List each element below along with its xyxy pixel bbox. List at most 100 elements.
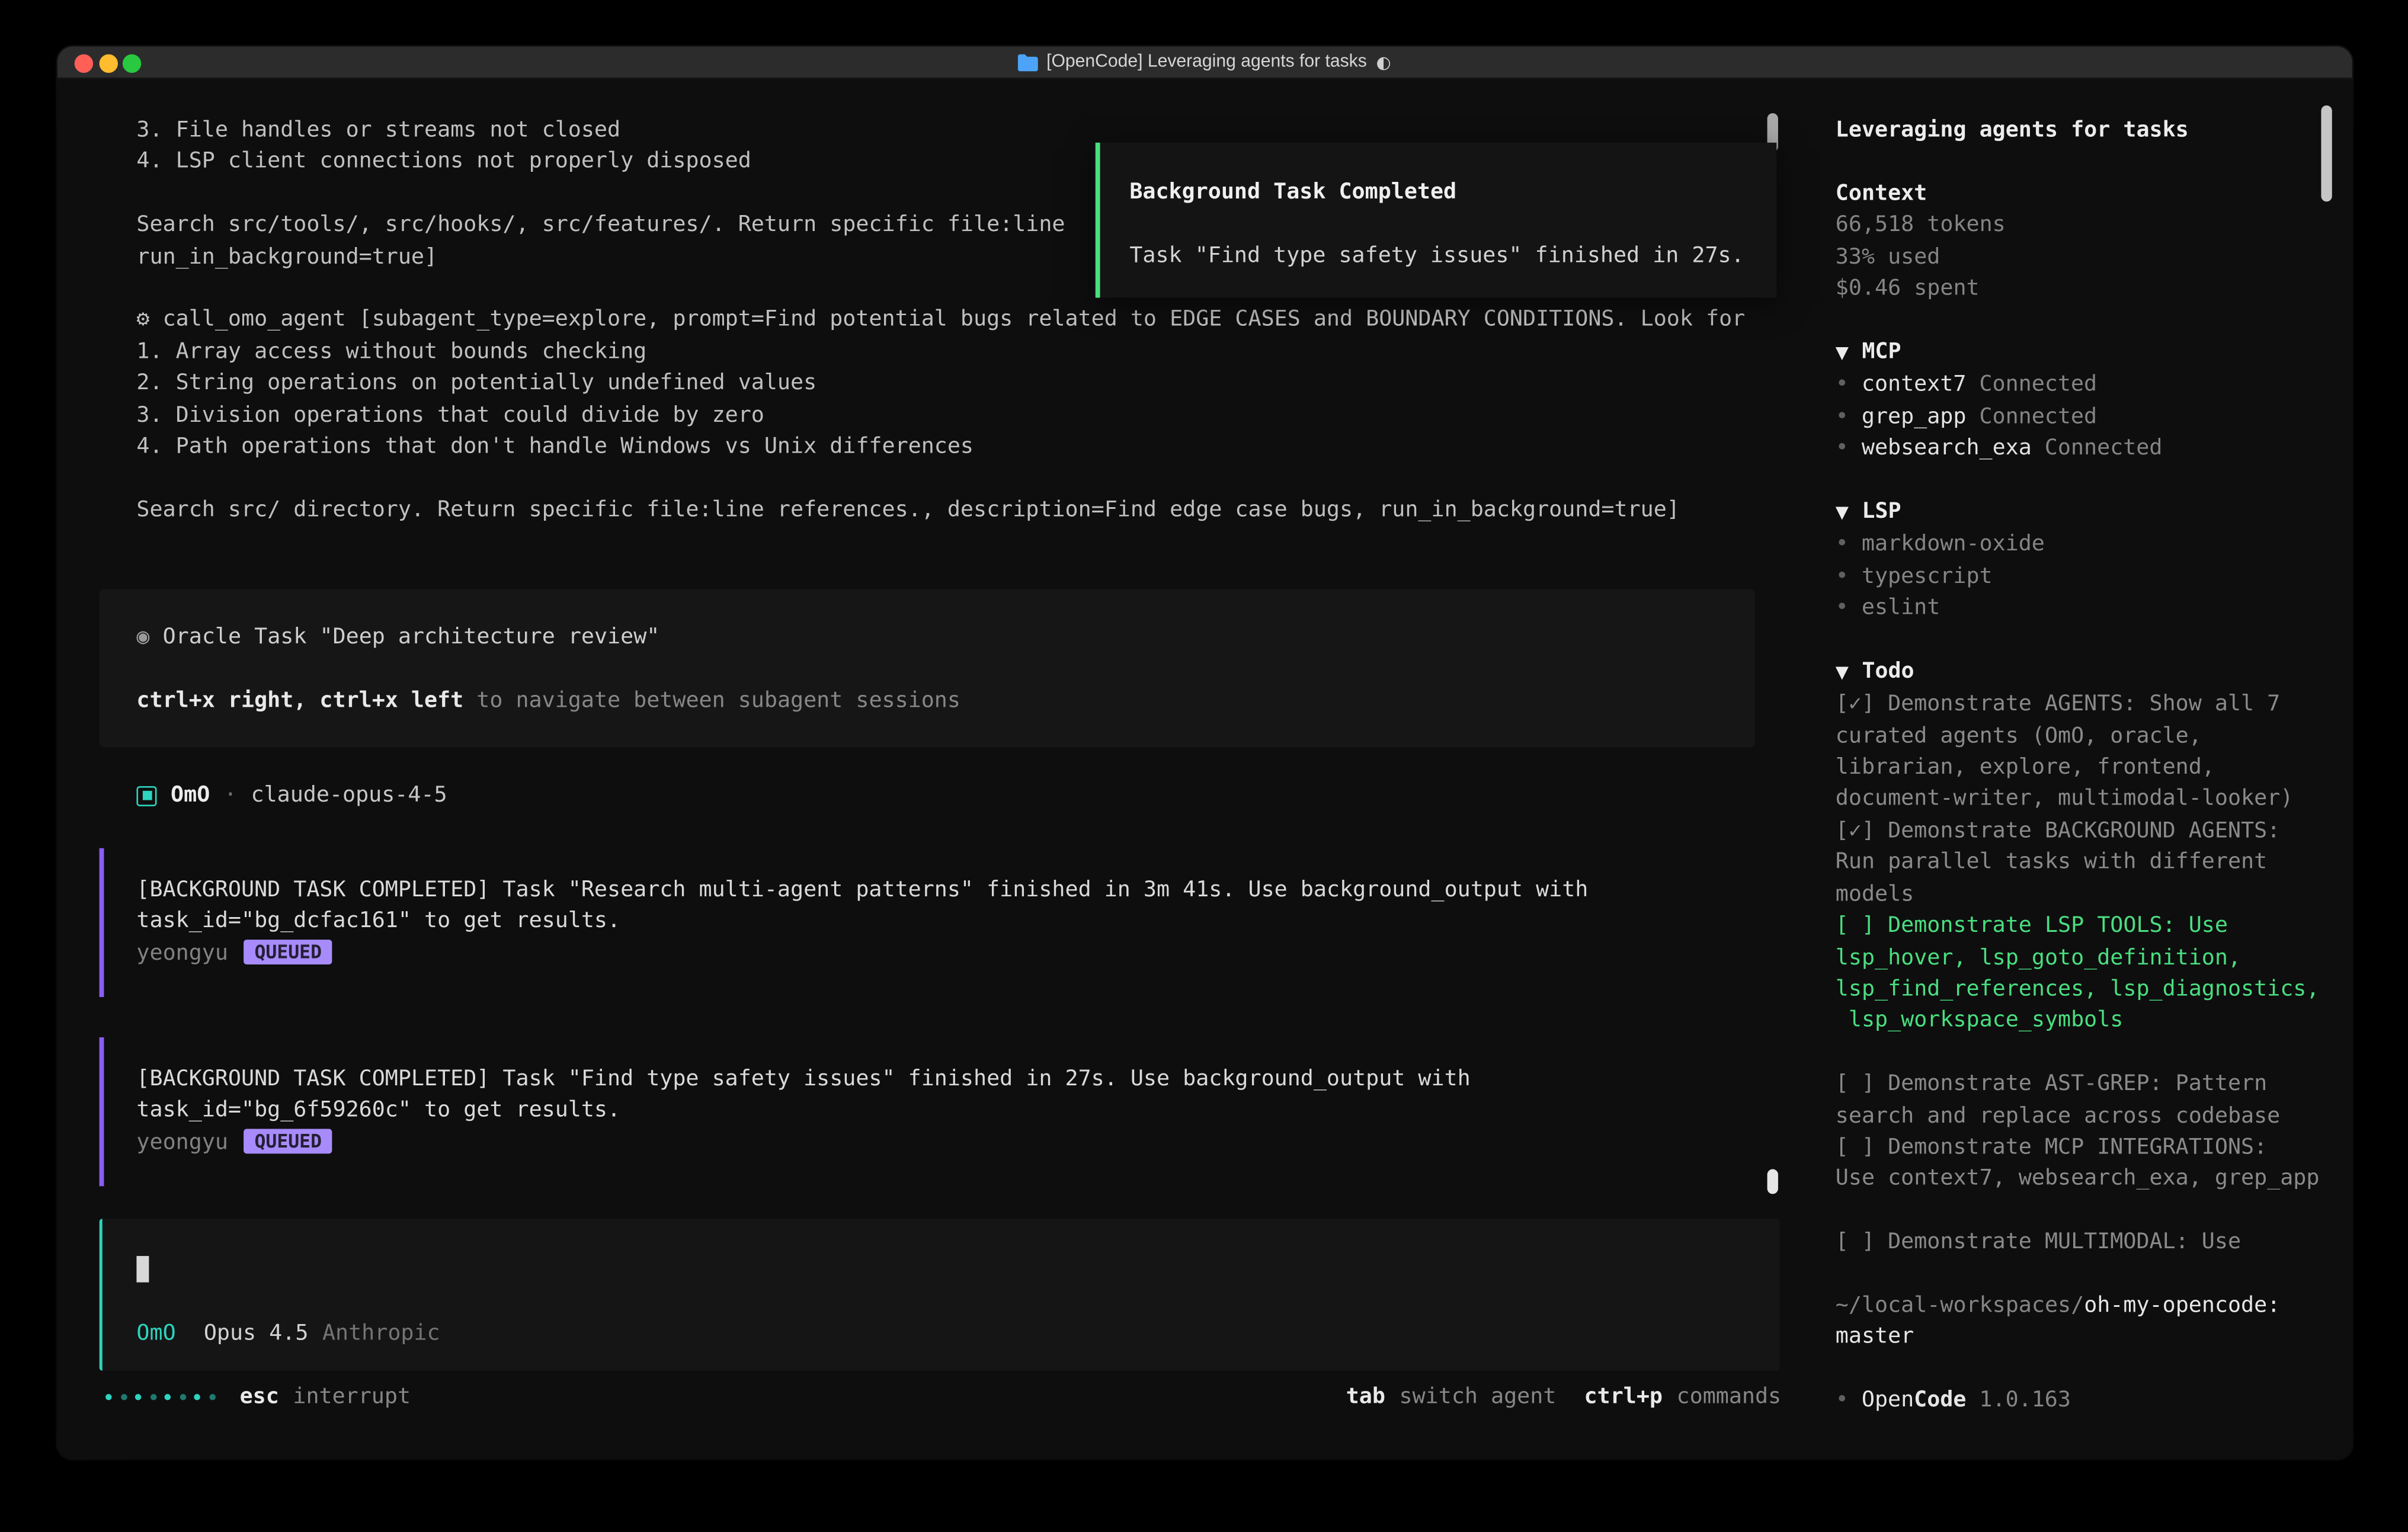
screen: [OpenCode] Leveraging agents for tasks◐ … (0, 0, 2408, 1532)
conversation-pane: 3. File handles or streams not closed 4. … (57, 79, 1813, 1459)
input-agent-name: OmO (136, 1321, 175, 1346)
queued-badge: QUEUED (244, 1129, 332, 1153)
session-title: Leveraging agents for tasks (1836, 115, 2352, 146)
oracle-task-panel: ◉ Oracle Task "Deep architecture review"… (100, 589, 1755, 748)
text-line: 2. String operations on potentially unde… (136, 368, 1745, 399)
context-tokens: 66,518 tokens (1836, 210, 2352, 241)
text-line (136, 463, 1745, 494)
text-line: lsp_find_references, lsp_diagnostics, (1836, 973, 2352, 1005)
mcp-heading[interactable]: ▼MCP (1836, 336, 2352, 369)
text-line: [ ] Demonstrate LSP TOOLS: Use (1836, 911, 2352, 942)
oracle-task-title: Oracle Task "Deep architecture review" (163, 625, 660, 650)
context-section: Context 66,518 tokens 33% used $0.46 spe… (1836, 178, 2352, 305)
message-text-line: [BACKGROUND TASK COMPLETED] Task "Resear… (136, 874, 1754, 906)
folder-icon (1019, 55, 1039, 72)
caret-down-icon: ▼ (1836, 338, 1856, 369)
input-model-name: Opus 4.5 (204, 1321, 309, 1346)
text-line: [ ] Demonstrate AST-GREP: Pattern (1836, 1069, 2352, 1100)
scrollbar-thumb-bottom[interactable] (1767, 1169, 1778, 1194)
text-line: 3. File handles or streams not closed (136, 115, 1745, 146)
bullet-icon: • (1836, 373, 1849, 398)
sidebar-scrollbar-thumb[interactable] (2321, 105, 2332, 201)
sidebar: Leveraging agents for tasks Context 66,5… (1813, 79, 2352, 1459)
text-line: 3. Division operations that could divide… (136, 399, 1745, 431)
lsp-server-name: typescript (1862, 564, 1993, 589)
agent-checkbox-icon (136, 786, 156, 806)
agent-model: claude-opus-4-5 (251, 780, 447, 812)
context-spent: $0.46 spent (1836, 273, 2352, 305)
text-line: [✓] Demonstrate BACKGROUND AGENTS: (1836, 815, 2352, 847)
oracle-title-line: ◉ Oracle Task "Deep architecture review" (136, 622, 1754, 653)
todo-item-pending: [ ] Demonstrate MULTIMODAL: Use (1836, 1227, 2352, 1258)
workspace-repo-name: oh-my-opencode: (2084, 1293, 2280, 1318)
notification-title: Background Task Completed (1129, 177, 1776, 208)
todo-item-pending: [ ] Demonstrate AST-GREP: Patternsearch … (1836, 1069, 2352, 1132)
lsp-item: •eslint (1836, 592, 2352, 624)
bullet-icon: • (1836, 436, 1849, 461)
background-task-message-1: [BACKGROUND TASK COMPLETED] Task "Resear… (100, 848, 1755, 997)
lsp-heading[interactable]: ▼LSP (1836, 496, 2352, 529)
esc-key-hint: esc (240, 1382, 279, 1413)
window-titlebar[interactable]: [OpenCode] Leveraging agents for tasks◐ (57, 47, 2352, 79)
text-line: librarian, explore, frontend, (1836, 752, 2352, 784)
oracle-hint-keys: ctrl+x right, ctrl+x left (136, 688, 463, 713)
text-line: Run parallel tasks with different (1836, 847, 2352, 879)
ctrlp-key-hint: ctrl+p (1584, 1382, 1663, 1413)
mcp-item: •grep_appConnected (1836, 401, 2352, 432)
text-line: [✓] Demonstrate AGENTS: Show all 7 (1836, 689, 2352, 720)
message-text-line: task_id="bg_6f59260c" to get results. (136, 1095, 1754, 1127)
text-line: Use context7, websearch_exa, grep_app (1836, 1164, 2352, 1195)
bullet-icon: • (1836, 532, 1849, 557)
todo-heading[interactable]: ▼Todo (1836, 656, 2352, 689)
workspace-path-prefix: ~/local-workspaces/ (1836, 1293, 2084, 1318)
status-bar: escinterrupt tabswitch agentctrl+pcomman… (105, 1382, 1781, 1413)
record-icon: ◉ (136, 625, 149, 650)
lsp-item: • typescript (1836, 561, 2352, 592)
message-author: yeongyu (136, 1130, 228, 1155)
separator-dot: · (224, 780, 237, 812)
window-title: [OpenCode] Leveraging agents for tasks◐ (57, 47, 2352, 78)
text-line: lsp_workspace_symbols (1836, 1005, 2352, 1037)
version-footer: •OpenCode1.0.163 (1836, 1385, 2352, 1416)
blank-line (1836, 1195, 2352, 1226)
message-author: yeongyu (136, 941, 228, 966)
bullet-icon: • (1836, 404, 1849, 429)
app-version: 1.0.163 (1979, 1388, 2071, 1413)
notification-body: Task "Find type safety issues" finished … (1129, 240, 1776, 271)
context-heading: Context (1836, 178, 2352, 209)
mcp-section: ▼MCP •context7Connected •grep_appConnect… (1836, 336, 2352, 464)
text-line: search and replace across codebase (1836, 1100, 2352, 1132)
caret-down-icon: ▼ (1836, 498, 1856, 529)
queued-badge: QUEUED (244, 940, 332, 964)
mcp-server-name: context7 (1862, 373, 1967, 398)
blank-line (136, 653, 1754, 685)
toast-notification[interactable]: Background Task Completed Task "Find typ… (1096, 143, 1777, 298)
text-line: curated agents (OmO, oracle, (1836, 720, 2352, 752)
todo-section: ▼Todo [✓] Demonstrate AGENTS: Show all 7… (1836, 656, 2352, 1258)
oracle-hint-line: ctrl+x right, ctrl+x left to navigate be… (136, 685, 1754, 716)
status-bar-right: tabswitch agentctrl+pcommands (1346, 1382, 1781, 1413)
todo-item-pending: [ ] Demonstrate MCP INTEGRATIONS:Use con… (1836, 1132, 2352, 1195)
text-line: 4. Path operations that don't handle Win… (136, 431, 1745, 463)
lsp-heading-label: LSP (1862, 499, 1901, 524)
todo-heading-label: Todo (1862, 659, 1914, 684)
message-meta-line: yeongyu QUEUED (136, 1127, 1754, 1158)
todo-item-done: [✓] Demonstrate BACKGROUND AGENTS:Run pa… (1836, 815, 2352, 910)
prompt-input[interactable]: OmOOpus 4.5Anthropic (100, 1219, 1780, 1371)
text-line: lsp_hover, lsp_goto_definition, (1836, 942, 2352, 973)
workspace-branch: master (1836, 1322, 2352, 1353)
window-title-text: [OpenCode] Leveraging agents for tasks (1046, 53, 1367, 71)
agent-name: OmO (171, 780, 210, 812)
message-text-line: [BACKGROUND TASK COMPLETED] Task "Find t… (136, 1064, 1754, 1095)
mcp-item: •websearch_exaConnected (1836, 432, 2352, 464)
workspace-section: ~/local-workspaces/oh-my-opencode: maste… (1836, 1290, 2352, 1353)
text-cursor (136, 1256, 149, 1282)
app-name-code: Code (1914, 1388, 1966, 1413)
app-name-open: Open (1862, 1388, 1914, 1413)
text-line: Search src/ directory. Return specific f… (136, 495, 1745, 526)
lsp-section: ▼LSP •markdown-oxide •typescript •eslint (1836, 496, 2352, 624)
lsp-server-name: eslint (1862, 595, 1940, 620)
lsp-item: •markdown-oxide (1836, 529, 2352, 560)
activity-spinner-dots (105, 1395, 215, 1400)
bullet-icon: • (1836, 564, 1849, 589)
